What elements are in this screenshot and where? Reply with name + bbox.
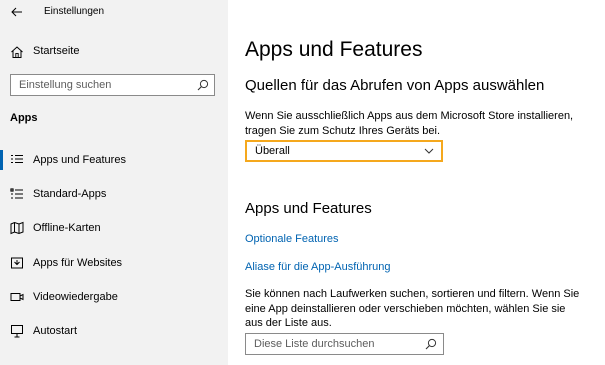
back-button[interactable] [6, 3, 28, 21]
window-title: Einstellungen [44, 6, 105, 17]
default-apps-icon [10, 188, 23, 199]
dropdown-value: Überall [255, 145, 290, 157]
home-icon [11, 46, 23, 58]
back-arrow-icon [11, 7, 22, 17]
list-search-box [245, 333, 444, 355]
source-description: Wenn Sie ausschließlich Apps aus dem Mic… [245, 110, 574, 137]
search-icon[interactable] [197, 79, 209, 91]
apps-websites-icon [11, 257, 23, 269]
sidebar-item-label: Autostart [33, 325, 78, 337]
main-content: Apps und Features Quellen für das Abrufe… [228, 0, 605, 365]
sidebar-item-label: Apps für Websites [33, 257, 123, 269]
startup-icon [11, 325, 23, 338]
source-heading: Quellen für das Abrufen von Apps auswähl… [245, 77, 545, 94]
sidebar-item-home[interactable]: Startseite [0, 40, 228, 64]
sidebar-item-label: Standard-Apps [33, 188, 107, 200]
sidebar-item-label: Videowiedergabe [33, 291, 118, 303]
sidebar-item-offline-maps[interactable]: Offline-Karten [0, 215, 228, 241]
search-icon[interactable] [425, 338, 437, 350]
app-execution-alias-link[interactable]: Aliase für die App-Ausführung [245, 261, 391, 273]
sidebar-item-video-playback[interactable]: Videowiedergabe [0, 284, 228, 310]
app-source-dropdown[interactable]: Überall [245, 140, 443, 162]
apps-features-heading: Apps und Features [245, 200, 372, 217]
sidebar-item-apps-websites[interactable]: Apps für Websites [0, 250, 228, 276]
settings-search-box [10, 74, 215, 96]
page-title: Apps und Features [245, 38, 423, 61]
apps-features-icon [11, 154, 23, 164]
sidebar-item-default-apps[interactable]: Standard-Apps [0, 181, 228, 207]
video-playback-icon [10, 293, 24, 301]
offline-maps-icon [10, 221, 24, 235]
sidebar-item-startup[interactable]: Autostart [0, 318, 228, 344]
optional-features-link[interactable]: Optionale Features [245, 233, 339, 245]
list-description: Sie können nach Laufwerken suchen, sorti… [245, 288, 580, 329]
sidebar: Einstellungen Startseite Apps Apps und F… [0, 0, 228, 365]
sidebar-item-label: Startseite [33, 45, 80, 57]
chevron-down-icon [424, 148, 434, 154]
settings-search-input[interactable] [11, 75, 199, 95]
sidebar-item-apps-features[interactable]: Apps und Features [0, 147, 228, 173]
section-heading-apps: Apps [10, 112, 38, 124]
sidebar-item-label: Apps und Features [33, 154, 126, 166]
sidebar-item-label: Offline-Karten [33, 222, 101, 234]
list-search-input[interactable] [246, 334, 429, 354]
